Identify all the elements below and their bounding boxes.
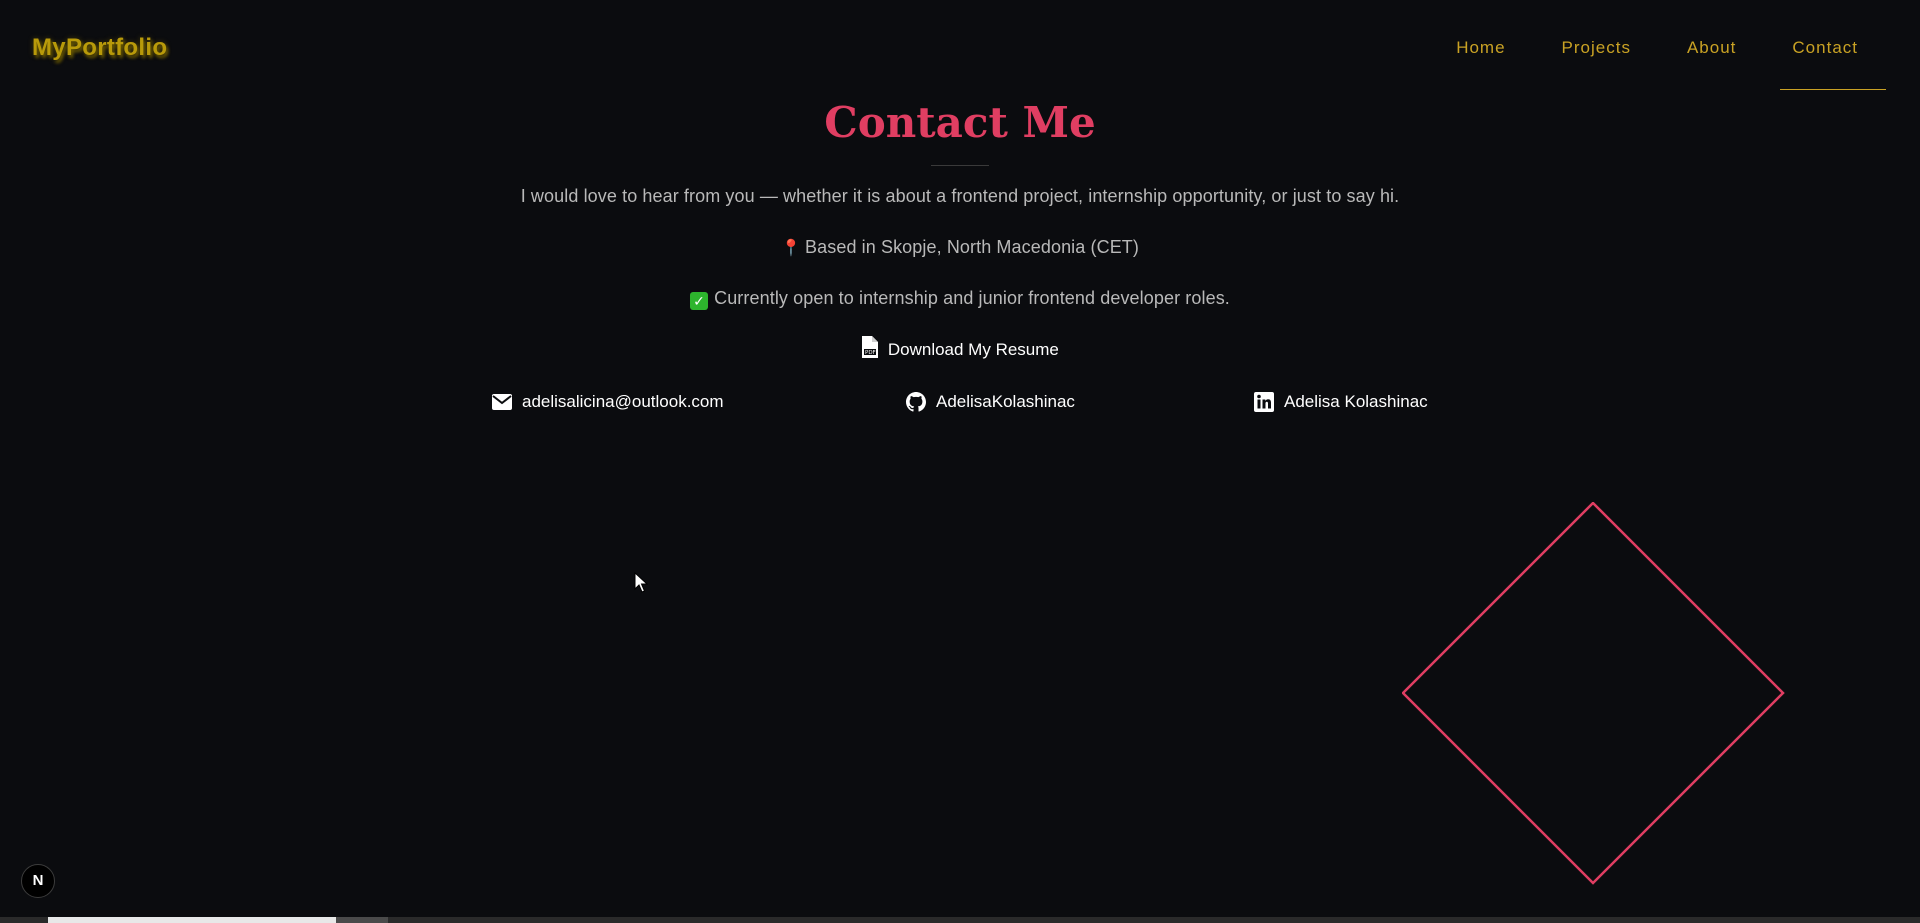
- envelope-icon: [492, 394, 512, 410]
- mouse-cursor-icon: [634, 572, 648, 593]
- nav-link-about[interactable]: About: [1659, 0, 1764, 90]
- linkedin-link[interactable]: Adelisa Kolashinac: [1254, 392, 1428, 412]
- check-icon: ✓: [690, 292, 709, 310]
- scrollbar-thumb[interactable]: [48, 917, 336, 923]
- site-logo[interactable]: MyPortfolio: [32, 34, 167, 62]
- github-label: AdelisaKolashinac: [936, 392, 1075, 411]
- nav-link-home[interactable]: Home: [1428, 0, 1533, 90]
- page-title: Contact Me: [824, 98, 1096, 147]
- title-divider: [931, 165, 989, 166]
- download-resume-label: Download My Resume: [887, 340, 1059, 359]
- navbar: MyPortfolio Home Projects About Contact: [0, 0, 1920, 96]
- decorative-diamond: [1402, 502, 1785, 885]
- github-link[interactable]: AdelisaKolashinac: [906, 392, 1075, 412]
- availability-line: ✓ Currently open to internship and junior…: [0, 288, 1920, 310]
- nav-link-contact[interactable]: Contact: [1764, 0, 1886, 90]
- pdf-file-icon: PDF: [862, 336, 879, 358]
- scrollbar-track-segment: [336, 917, 388, 923]
- nav-links: Home Projects About Contact: [1428, 0, 1886, 90]
- github-icon: [906, 392, 926, 412]
- location-text: Based in Skopje, North Macedonia (CET): [805, 237, 1139, 257]
- location-line: 📍 Based in Skopje, North Macedonia (CET): [0, 237, 1920, 258]
- availability-text: Currently open to internship and junior …: [714, 288, 1230, 308]
- email-label: adelisalicina@outlook.com: [522, 392, 724, 411]
- linkedin-icon: [1254, 392, 1274, 412]
- linkedin-label: Adelisa Kolashinac: [1284, 392, 1428, 411]
- dev-tools-badge[interactable]: N: [21, 864, 55, 898]
- download-resume-link[interactable]: PDF Download My Resume: [0, 336, 1920, 360]
- email-link[interactable]: adelisalicina@outlook.com: [492, 392, 724, 412]
- svg-text:PDF: PDF: [865, 350, 876, 356]
- horizontal-scrollbar[interactable]: [0, 917, 1920, 923]
- intro-text: I would love to hear from you — whether …: [520, 186, 1400, 206]
- nav-link-projects[interactable]: Projects: [1534, 0, 1659, 90]
- pin-icon: 📍: [781, 240, 802, 257]
